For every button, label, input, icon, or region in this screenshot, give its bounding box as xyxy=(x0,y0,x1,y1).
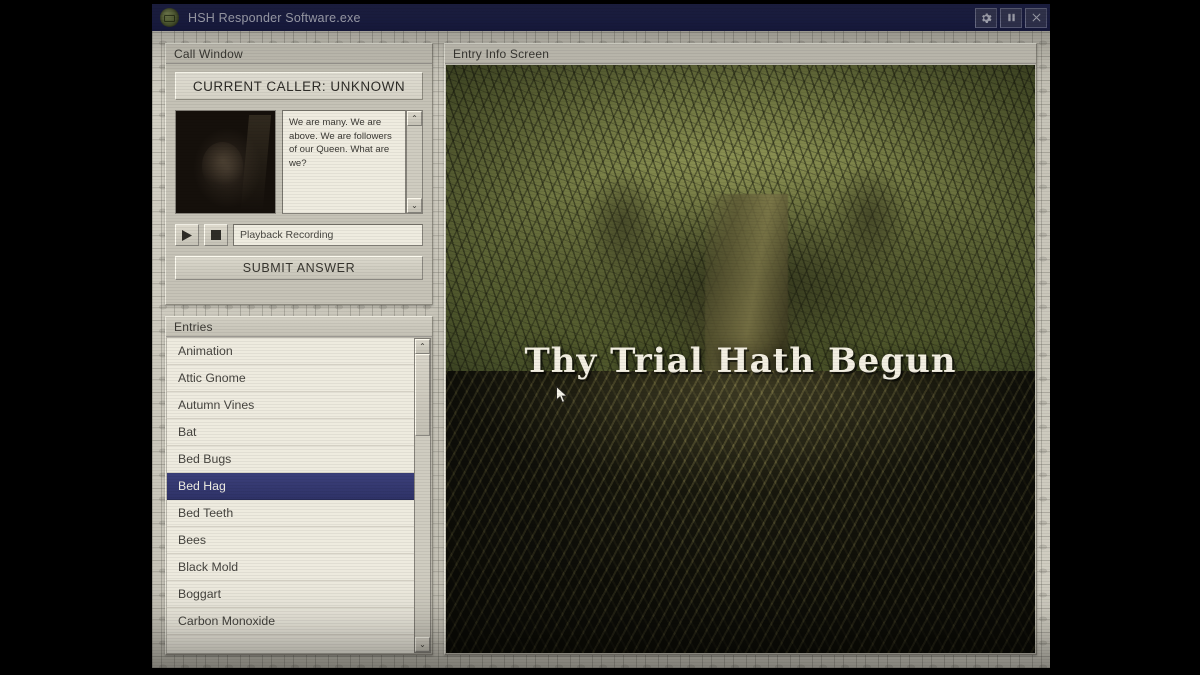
transcript-area: We are many. We are above. We are follow… xyxy=(282,110,423,214)
entries-list[interactable]: Animation Attic Gnome Autumn Vines Bat Bed B… xyxy=(167,338,414,653)
transcript-scrollbar[interactable]: ⌃ ⌄ xyxy=(406,110,423,214)
entry-list-item-label: Bed Bugs xyxy=(178,452,232,466)
entry-list-item[interactable]: Bed Hag xyxy=(167,473,414,500)
gear-icon xyxy=(982,13,992,23)
pause-icon xyxy=(1007,13,1015,22)
entry-list-item-label: Bed Teeth xyxy=(178,506,234,520)
play-button[interactable] xyxy=(175,224,199,246)
entries-scroll-down-icon[interactable]: ⌄ xyxy=(415,637,430,652)
call-media-row: We are many. We are above. We are follow… xyxy=(175,110,423,214)
entry-info-screen: Thy Trial Hath Begun xyxy=(446,65,1035,653)
transcript-text: We are many. We are above. We are follow… xyxy=(282,110,406,214)
entry-list-item-label: Attic Gnome xyxy=(178,371,246,385)
entry-list-item-label: Autumn Vines xyxy=(178,398,255,412)
entry-list-item[interactable]: Attic Gnome xyxy=(167,365,414,392)
entries-panel: Entries Animation Attic Gnome Autumn Vines… xyxy=(165,316,433,655)
entry-list-item-label: Bat xyxy=(178,425,197,439)
trial-overlay-text: Thy Trial Hath Begun xyxy=(524,341,957,382)
entry-list-item[interactable]: Bed Bugs xyxy=(167,446,414,473)
scroll-down-icon[interactable]: ⌄ xyxy=(407,198,422,213)
entry-list-item-label: Bed Hag xyxy=(178,479,226,493)
application-window: HSH Responder Software.exe Call Window C… xyxy=(152,4,1050,668)
entry-list-item[interactable]: Carbon Monoxide xyxy=(167,608,414,635)
entries-scrollbar[interactable]: ⌃ ⌄ xyxy=(414,338,431,653)
play-icon xyxy=(182,229,192,241)
entries-title: Entries xyxy=(166,317,432,337)
entry-list-item[interactable]: Boggart xyxy=(167,581,414,608)
submit-answer-button[interactable]: SUBMIT ANSWER xyxy=(175,256,423,280)
window-title: HSH Responder Software.exe xyxy=(188,10,361,25)
playback-controls: Playback Recording xyxy=(175,224,423,246)
entry-list-item-label: Animation xyxy=(178,344,233,358)
entry-list-item[interactable]: Autumn Vines xyxy=(167,392,414,419)
ornate-window-frame: Call Window CURRENT CALLER: UNKNOWN We a… xyxy=(152,31,1050,668)
stop-button[interactable] xyxy=(204,224,228,246)
call-window-body: CURRENT CALLER: UNKNOWN We are many. We … xyxy=(166,64,432,304)
entry-list-item[interactable]: Bed Teeth xyxy=(167,500,414,527)
playback-status-field[interactable]: Playback Recording xyxy=(233,224,423,246)
entry-list-item-label: Bees xyxy=(178,533,207,547)
app-orb-icon xyxy=(160,8,179,27)
entries-body: Animation Attic Gnome Autumn Vines Bat Bed B… xyxy=(166,337,432,654)
entry-list-item[interactable]: Animation xyxy=(167,338,414,365)
entries-scroll-thumb[interactable] xyxy=(415,354,430,436)
left-column: Call Window CURRENT CALLER: UNKNOWN We a… xyxy=(165,43,433,655)
transcript-scroll-track[interactable] xyxy=(407,126,422,198)
pause-button[interactable] xyxy=(1000,7,1022,28)
caller-portrait-image xyxy=(175,110,276,214)
entry-info-panel: Entry Info Screen Thy Trial Hath Begun xyxy=(444,43,1037,655)
stop-icon xyxy=(211,230,221,240)
current-caller-banner: CURRENT CALLER: UNKNOWN xyxy=(175,72,423,100)
entry-list-item[interactable]: Bat xyxy=(167,419,414,446)
entry-list-item-label: Carbon Monoxide xyxy=(178,614,276,628)
entry-list-item[interactable]: Bees xyxy=(167,527,414,554)
title-bar: HSH Responder Software.exe xyxy=(152,4,1050,31)
scroll-up-icon[interactable]: ⌃ xyxy=(407,111,422,126)
entry-list-item-label: Boggart xyxy=(178,587,222,601)
entry-info-title: Entry Info Screen xyxy=(445,44,1036,64)
entry-list-item-label: Black Mold xyxy=(178,560,239,574)
close-button[interactable] xyxy=(1025,7,1047,28)
entries-scroll-up-icon[interactable]: ⌃ xyxy=(415,339,430,354)
close-icon xyxy=(1031,13,1041,22)
settings-button[interactable] xyxy=(975,7,997,28)
right-column: Entry Info Screen Thy Trial Hath Begun xyxy=(444,43,1037,655)
call-window-title: Call Window xyxy=(166,44,432,64)
entries-scroll-track[interactable] xyxy=(415,354,430,637)
call-window-panel: Call Window CURRENT CALLER: UNKNOWN We a… xyxy=(165,43,433,305)
entry-list-item[interactable]: Black Mold xyxy=(167,554,414,581)
